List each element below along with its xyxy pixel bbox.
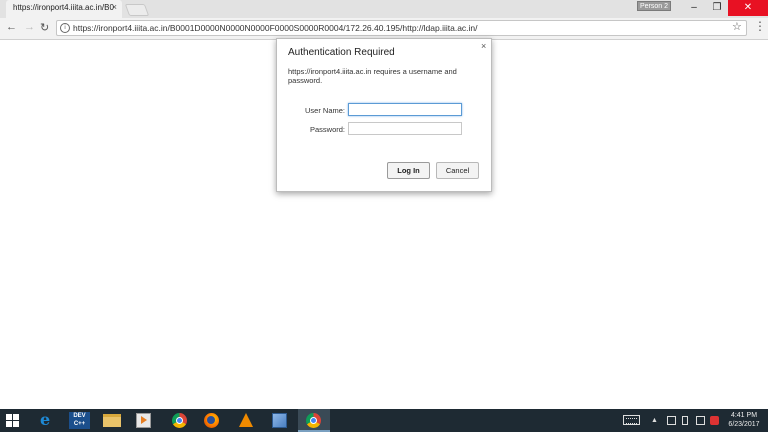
keyboard-icon[interactable] [623,415,640,425]
username-label: User Name: [304,106,345,115]
internet-explorer-icon: e [40,410,51,429]
vlc-icon [239,413,253,427]
address-bar[interactable]: i https://ironport4.iiita.ac.in/B0001D00… [56,20,747,36]
close-window-button[interactable]: ✕ [728,0,768,16]
browser-toolbar: ← → ↻ i https://ironport4.iiita.ac.in/B0… [0,18,768,40]
title-bar: https://ironport4.iiita.ac.in/B0 × Perso… [0,0,768,18]
taskbar-chrome[interactable] [164,409,196,432]
start-button[interactable] [0,409,32,432]
file-explorer-icon [103,414,121,427]
notebook-icon [272,413,287,428]
cancel-button[interactable]: Cancel [436,162,479,179]
taskbar-explorer[interactable] [96,409,128,432]
username-input[interactable] [348,103,462,116]
taskbar-media[interactable] [128,409,160,432]
profile-button[interactable]: Person 2 [637,1,671,11]
taskbar-devcpp[interactable]: DEV C++ [64,409,96,432]
tab-close-icon[interactable]: × [112,2,117,12]
info-icon[interactable]: i [60,23,70,33]
taskbar-notebook[interactable] [264,409,296,432]
system-clock[interactable]: 4:41 PM 6/23/2017 [722,411,766,429]
star-icon[interactable]: ☆ [732,20,742,33]
show-hidden-icons-icon[interactable]: ▲ [651,409,658,432]
dialog-title: Authentication Required [288,47,395,58]
taskbar-firefox[interactable] [196,409,228,432]
clock-date: 6/23/2017 [728,421,760,428]
login-button[interactable]: Log In [387,162,430,179]
network-icon[interactable] [667,416,676,425]
media-player-icon [136,413,151,428]
password-input[interactable] [348,122,462,135]
taskbar: e DEV C++ ▲ 4:41 PM 6/23/2017 [0,409,768,432]
password-label: Password: [309,125,345,134]
taskbar-vlc[interactable] [230,409,262,432]
chrome-icon [172,413,187,428]
tab-title: https://ironport4.iiita.ac.in/B0 [13,3,114,12]
taskbar-ie[interactable]: e [32,409,64,432]
maximize-button[interactable]: ❐ [703,0,731,16]
browser-tab[interactable]: https://ironport4.iiita.ac.in/B0 × [6,0,122,18]
menu-icon[interactable]: ⋮ [754,19,766,33]
windows-start-icon [6,414,19,427]
auth-dialog: × Authentication Required https://ironpo… [276,38,492,192]
taskbar-chrome-active[interactable] [298,409,330,432]
address-text: https://ironport4.iiita.ac.in/B0001D0000… [73,23,478,33]
dev-cpp-icon: DEV C++ [69,412,90,429]
dialog-message: https://ironport4.iiita.ac.in requires a… [288,67,457,85]
battery-icon[interactable] [682,416,688,425]
antivirus-icon[interactable] [710,416,719,425]
dialog-close-icon[interactable]: × [481,41,486,51]
clock-time: 4:41 PM [730,412,758,419]
chrome-active-icon [306,413,321,428]
reload-icon[interactable]: ↻ [40,21,49,34]
volume-icon[interactable] [696,416,705,425]
firefox-icon [204,413,219,428]
forward-icon[interactable]: → [24,21,35,33]
back-icon[interactable]: ← [6,21,17,33]
new-tab-button[interactable] [124,4,150,16]
